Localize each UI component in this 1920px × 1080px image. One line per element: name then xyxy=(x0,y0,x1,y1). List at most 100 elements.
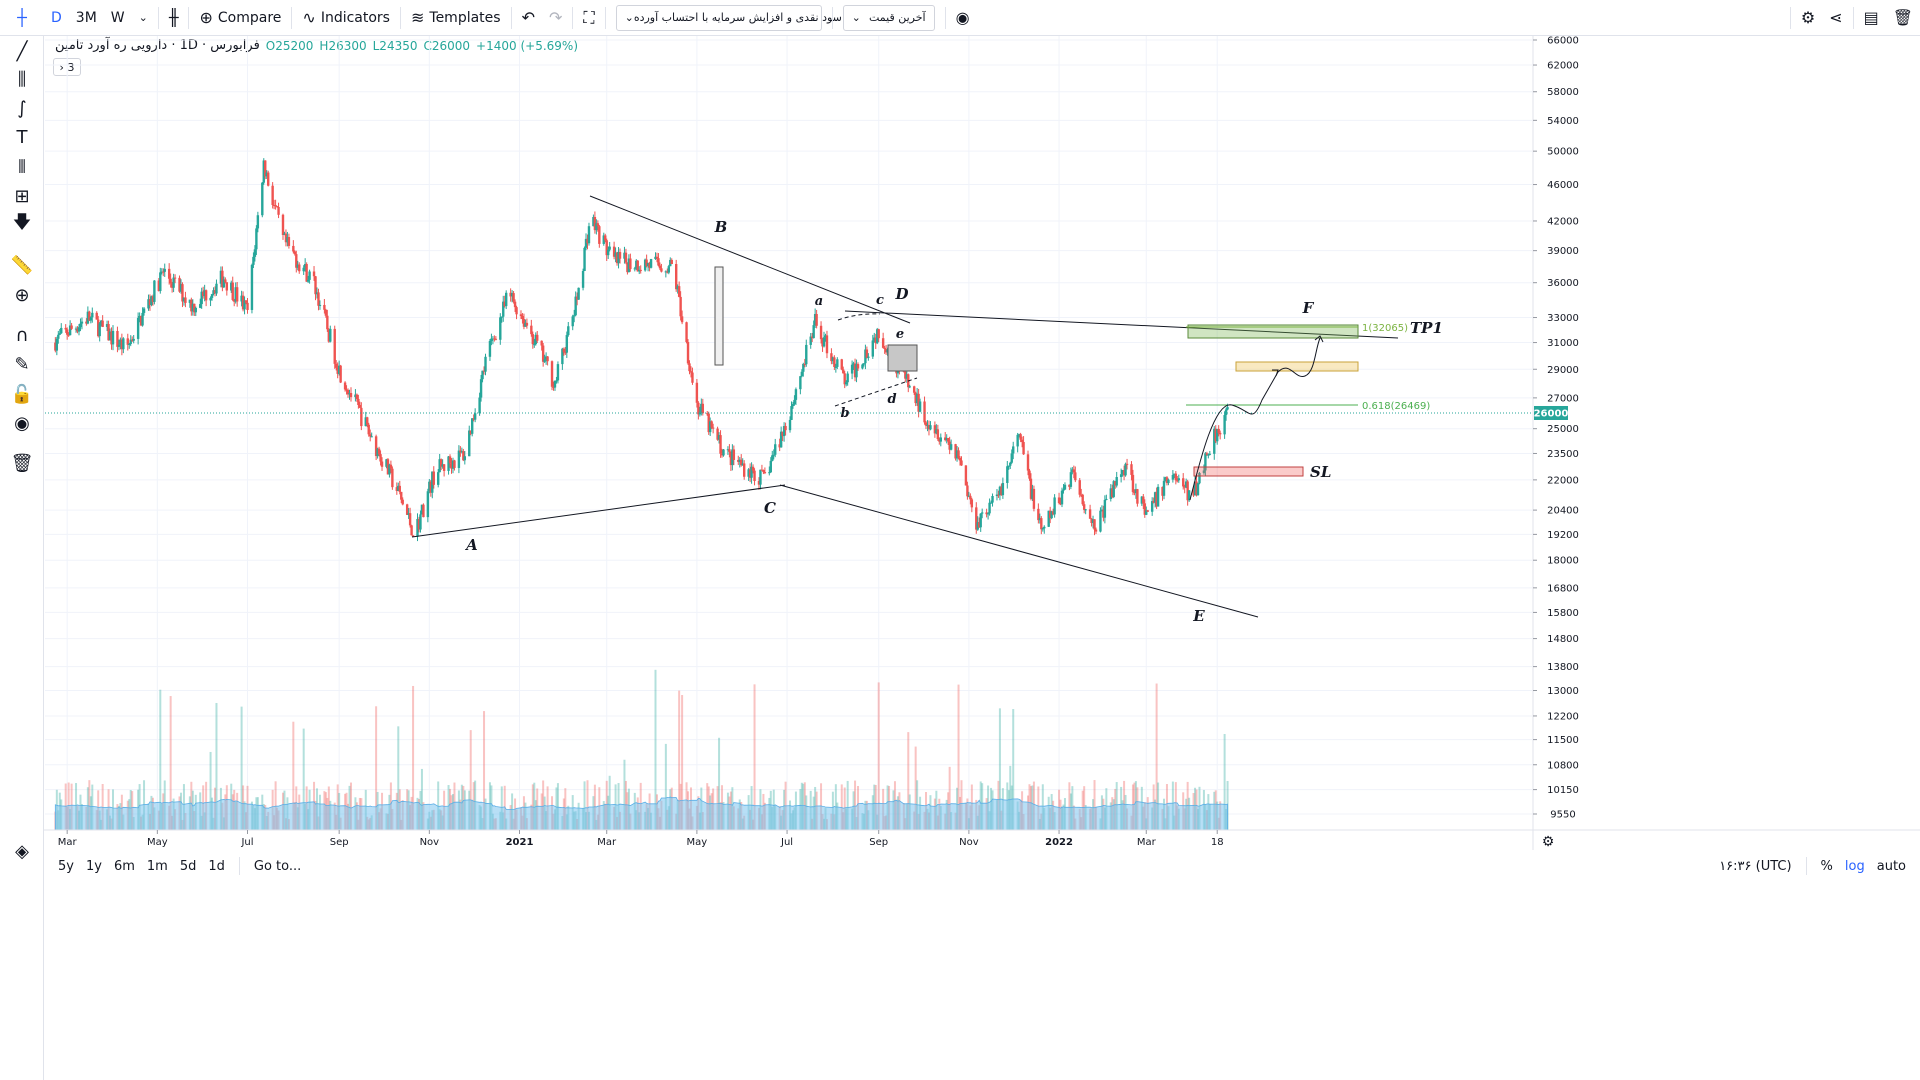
candle-body xyxy=(685,322,688,343)
candle-body xyxy=(167,268,171,279)
candle xyxy=(691,367,694,385)
candle-body xyxy=(271,185,274,206)
candle xyxy=(163,263,166,277)
candle-body xyxy=(57,334,60,339)
candle xyxy=(750,462,753,484)
candle-body xyxy=(769,460,772,473)
candle xyxy=(565,331,569,358)
price-chart[interactable]: 26000 0.618(26469) 1(32065) A B C D E Fa b c d e TP1 S… xyxy=(0,0,1920,1080)
price-tick-label: 66000 xyxy=(1547,36,1579,47)
sl-label: SL xyxy=(1310,463,1331,481)
timezone-label[interactable]: ۱۶:۳۶ (UTC) xyxy=(1713,859,1797,874)
candle-body xyxy=(881,338,885,348)
candle xyxy=(685,321,688,344)
candle-body xyxy=(267,172,270,186)
range-1d-button[interactable]: 1d xyxy=(202,859,231,874)
range-1y-button[interactable]: 1y xyxy=(80,859,108,874)
candle-body xyxy=(1057,497,1061,504)
candle-body xyxy=(1217,428,1220,433)
time-tick-label: 2022 xyxy=(1045,837,1073,848)
candle-body xyxy=(1019,434,1022,440)
goto-button[interactable]: Go to... xyxy=(248,859,307,874)
candle xyxy=(1105,494,1108,501)
candle-body xyxy=(840,359,843,370)
range-5d-button[interactable]: 5d xyxy=(174,859,203,874)
candle xyxy=(855,359,858,383)
wave-label-A: A xyxy=(464,536,478,554)
candle-body xyxy=(1007,465,1010,467)
candle xyxy=(317,288,320,311)
candle xyxy=(153,280,156,305)
candle xyxy=(408,507,412,528)
candle xyxy=(505,290,508,310)
candle xyxy=(80,317,84,330)
candle xyxy=(471,418,474,437)
range-6m-button[interactable]: 6m xyxy=(108,859,141,874)
candle-body xyxy=(318,304,322,306)
percent-toggle[interactable]: % xyxy=(1815,859,1839,874)
range-box-e xyxy=(887,344,918,372)
log-toggle[interactable]: log xyxy=(1839,859,1871,874)
candle xyxy=(593,211,597,234)
range-5y-button[interactable]: 5y xyxy=(52,859,80,874)
tp1-label: TP1 xyxy=(1410,319,1443,337)
candle-body xyxy=(60,327,63,334)
candle xyxy=(677,281,681,298)
range-1m-button[interactable]: 1m xyxy=(141,859,174,874)
candle-body xyxy=(1182,478,1185,487)
candle-body xyxy=(728,449,731,452)
auto-toggle[interactable]: auto xyxy=(1871,859,1912,874)
candle-body xyxy=(980,512,984,514)
candle-body xyxy=(1099,510,1102,532)
candle-body xyxy=(367,424,370,435)
candle-body xyxy=(540,340,543,346)
candle-body xyxy=(550,361,554,387)
candle xyxy=(1053,494,1056,518)
candle xyxy=(753,468,756,486)
candle xyxy=(840,358,843,371)
candle-body xyxy=(1062,489,1065,491)
candle xyxy=(541,342,545,367)
candle-body xyxy=(979,513,982,528)
candle-body xyxy=(531,334,535,345)
range-box-tall xyxy=(714,266,724,366)
candle xyxy=(1099,507,1102,533)
candle-body xyxy=(437,472,440,485)
candle-body xyxy=(802,363,805,372)
price-tick-label: 27000 xyxy=(1547,393,1579,404)
candle-body xyxy=(530,325,533,335)
candle xyxy=(281,213,285,240)
time-tick-label: Nov xyxy=(420,837,440,848)
candle-body xyxy=(128,343,131,345)
candle-body xyxy=(255,228,258,250)
candle-body xyxy=(571,316,574,327)
candle-body xyxy=(1088,509,1092,519)
price-tick-label: 31000 xyxy=(1547,338,1579,349)
time-tick-label: Mar xyxy=(1137,837,1157,848)
candle xyxy=(1088,504,1092,519)
candle-body xyxy=(572,315,576,317)
candle-body xyxy=(333,328,336,364)
candle xyxy=(629,253,632,272)
candle xyxy=(986,512,990,520)
candle-body xyxy=(521,316,524,320)
candle-body xyxy=(349,393,353,398)
candle-body xyxy=(253,249,257,257)
candle xyxy=(277,202,280,219)
candle xyxy=(1001,477,1005,499)
candle-body xyxy=(1072,469,1076,473)
candle xyxy=(719,430,722,458)
candle-body xyxy=(302,267,305,272)
candle-body xyxy=(556,364,560,381)
candle-body xyxy=(686,342,690,364)
candle-body xyxy=(639,269,642,271)
candle-body xyxy=(366,417,369,425)
candle xyxy=(184,291,187,308)
candle xyxy=(936,424,940,441)
candle-body xyxy=(275,206,279,208)
candle xyxy=(55,336,59,356)
candle xyxy=(204,289,208,307)
candle xyxy=(553,380,557,391)
time-tick-label: Jul xyxy=(780,837,793,848)
candle xyxy=(442,464,446,477)
